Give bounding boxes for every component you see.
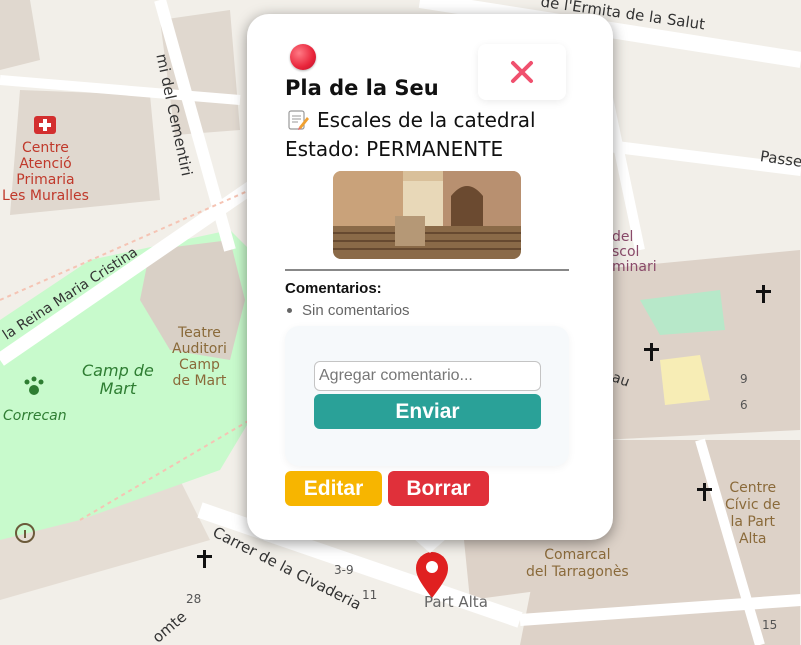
map-label-9: 9	[740, 372, 748, 386]
delete-button[interactable]: Borrar	[388, 471, 489, 506]
map-label-11: 11	[362, 588, 378, 602]
popup-status-text: Estado: PERMANENTE	[285, 137, 504, 161]
map-label-comarcal: Comarcal del Tarragonès	[526, 547, 629, 580]
map-label-correcan: Correcan	[3, 408, 67, 424]
map-label-28: 28	[186, 592, 202, 606]
map-label-6: 6	[740, 398, 748, 412]
memo-icon	[288, 110, 309, 130]
edit-button[interactable]: Editar	[285, 471, 382, 506]
send-comment-button[interactable]: Enviar	[314, 394, 541, 429]
location-popup: Pla de la Seu Escales de la catedral Est…	[247, 14, 613, 540]
popup-tip	[414, 539, 446, 553]
close-popup-button[interactable]	[478, 44, 566, 100]
bullet-icon	[287, 308, 292, 313]
description-text: Escales de la catedral	[317, 108, 536, 132]
map-label-centre-atencio: Centre Atenció Primaria Les Muralles	[2, 140, 89, 204]
comments-heading: Comentarios:	[285, 280, 382, 297]
comment-list-item: Sin comentarios	[285, 302, 410, 319]
close-icon	[511, 61, 533, 83]
comment-input[interactable]	[314, 361, 541, 391]
map-label-centre-civic: Centre Cívic de la Part Alta	[725, 480, 781, 547]
map-label-15: 15	[762, 618, 778, 632]
map-label-camp-mart: Camp de Mart	[82, 361, 154, 398]
popup-description: Escales de la catedral	[287, 108, 536, 132]
map-label-39: 3-9	[334, 563, 354, 577]
status-indicator	[290, 44, 316, 70]
map-label-teatre: Teatre Auditori Camp de Mart	[172, 325, 227, 389]
popup-title: Pla de la Seu	[285, 76, 439, 100]
popup-divider	[285, 269, 569, 271]
comment-text: Sin comentarios	[302, 302, 410, 319]
map-label-escol: del scol minari	[612, 229, 657, 275]
map-label-part-alta: Part Alta	[424, 593, 488, 611]
comment-form: Enviar	[285, 326, 569, 466]
location-photo	[333, 171, 521, 259]
